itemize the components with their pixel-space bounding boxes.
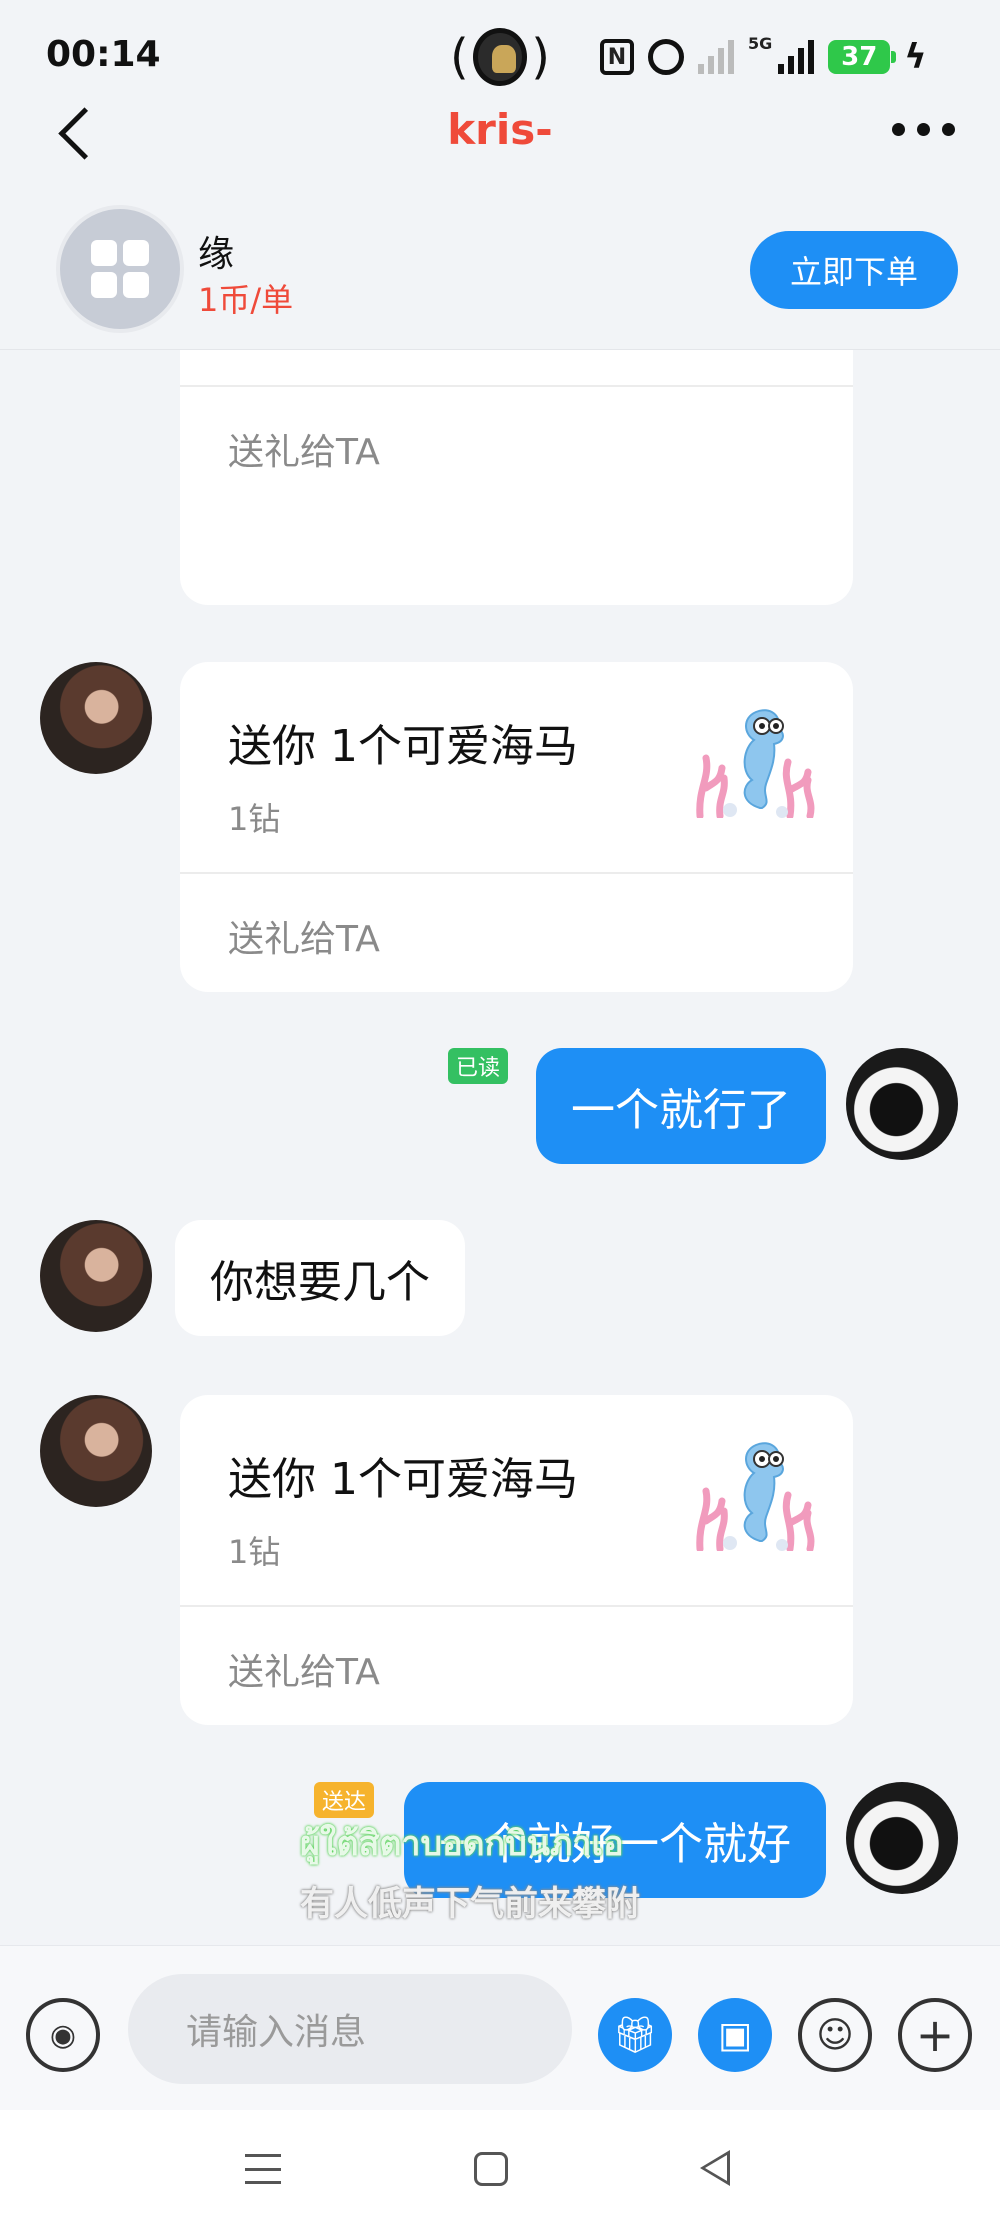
alarm-icon <box>648 39 684 75</box>
signal-dim-icon <box>698 40 734 74</box>
order-card: 缘 1币/单 立即下单 <box>0 195 1000 350</box>
gift-price: 1钻 <box>228 350 280 353</box>
signal-icon <box>778 40 815 74</box>
gift-card[interactable]: 送你 1个可爱海马 1钻 送礼给TA <box>180 662 853 992</box>
gift-divider <box>180 872 853 874</box>
contact-avatar[interactable] <box>40 1395 152 1507</box>
chat-list[interactable]: 送你 1个可爱海马 1钻 送礼给TA 送你 1个可爱海马 1钻 送礼给TA <box>0 350 1000 1945</box>
send-gift-link[interactable]: 送礼给TA <box>228 910 380 962</box>
gift-icon[interactable]: 🎁︎ <box>598 1998 672 2072</box>
gift-card[interactable]: 送你 1个可爱海马 1钻 送礼给TA <box>180 350 853 605</box>
floating-media-badge[interactable]: ( ) <box>450 26 550 88</box>
contact-message-bubble[interactable]: 你想要几个 <box>175 1220 465 1336</box>
battery-icon: 37 <box>828 40 897 74</box>
gift-divider <box>180 1605 853 1607</box>
menu-icon[interactable] <box>245 2154 281 2184</box>
service-price: 1币/单 <box>198 281 294 319</box>
input-bar: ◉ 请输入消息 🎁︎ ▣ ☺ + <box>0 1945 1000 2110</box>
nfc-icon: N <box>600 39 634 75</box>
gift-price: 1钻 <box>228 800 281 838</box>
package-icon[interactable]: ▣ <box>698 1998 772 2072</box>
home-icon[interactable] <box>474 2152 508 2186</box>
read-status-badge: 已读 <box>448 1048 509 1084</box>
my-message-bubble[interactable]: 一个就行了 <box>536 1048 826 1164</box>
delivered-status-badge: 送达 <box>314 1782 375 1818</box>
send-gift-link[interactable]: 送礼给TA <box>228 423 380 475</box>
voice-icon[interactable]: ◉ <box>26 1998 100 2072</box>
gift-price: 1钻 <box>228 1533 281 1571</box>
top-nav: kris- <box>0 95 1000 195</box>
my-avatar[interactable] <box>846 1782 958 1894</box>
gift-title: 送你 1个可爱海马 <box>228 1454 578 1505</box>
status-bar: 00:14 ( ) N 5G 37 ϟ <box>0 0 1000 110</box>
system-nav-bar <box>0 2110 1000 2233</box>
message-input[interactable]: 请输入消息 <box>128 1974 572 2084</box>
video-subtitle-thai: ผู้ใต้สิตาบอดกบินภาเอ <box>300 1824 624 1864</box>
service-icon <box>56 205 184 333</box>
send-gift-link[interactable]: 送礼给TA <box>228 1643 380 1695</box>
gift-card[interactable]: 送你 1个可爱海马 1钻 送礼给TA <box>180 1395 853 1725</box>
plus-icon[interactable]: + <box>898 1998 972 2072</box>
paren-left-icon: ( <box>450 29 469 85</box>
gift-divider <box>180 385 853 387</box>
contact-avatar[interactable] <box>40 662 152 774</box>
emoji-icon[interactable]: ☺ <box>798 1998 872 2072</box>
video-subtitle-chinese: 有人低声下气前来攀附 <box>300 1884 640 1924</box>
charging-icon: ϟ <box>904 37 927 77</box>
service-name: 缘 <box>198 234 235 275</box>
seahorse-icon <box>696 1442 815 1551</box>
my-avatar[interactable] <box>846 1048 958 1160</box>
contact-avatar[interactable] <box>40 1220 152 1332</box>
more-icon[interactable] <box>892 123 955 136</box>
order-now-button[interactable]: 立即下单 <box>750 231 958 309</box>
paren-right-icon: ) <box>531 29 550 85</box>
chat-title: kris- <box>447 105 553 154</box>
status-icons: N 5G 37 ϟ <box>600 34 927 80</box>
system-back-icon[interactable] <box>700 2150 730 2186</box>
seahorse-icon <box>696 709 815 818</box>
battery-level: 37 <box>841 42 878 72</box>
gift-title: 送你 1个可爱海马 <box>228 721 578 772</box>
media-avatar-icon <box>472 28 528 86</box>
status-time: 00:14 <box>46 34 161 75</box>
network-type: 5G <box>748 34 773 53</box>
